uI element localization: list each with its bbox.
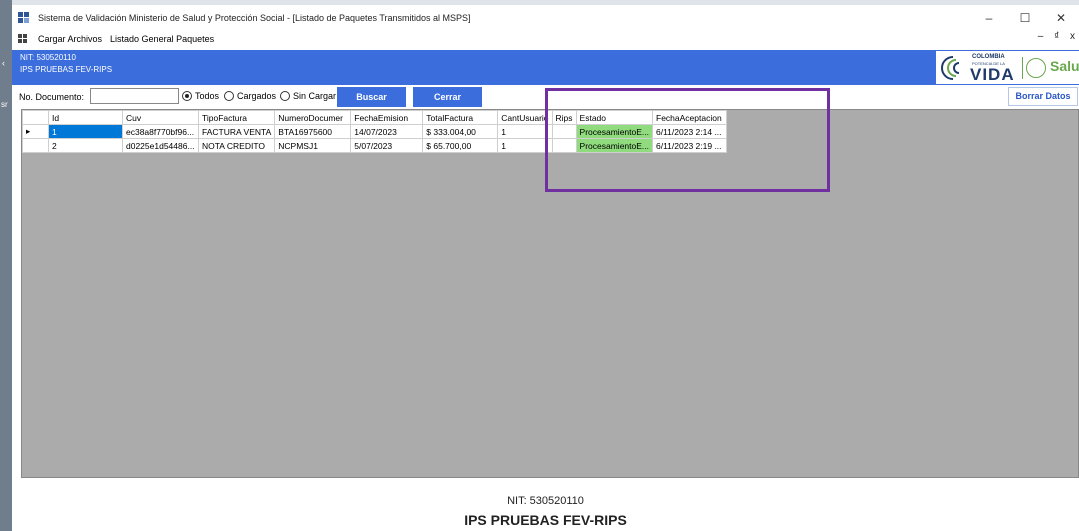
column-header-tipofactura[interactable]: TipoFactura [197, 110, 276, 125]
desktop-background-strip: ‹ sr [0, 0, 12, 531]
footer: NIT: 530520110 IPS PRUEBAS FEV-RIPS [12, 479, 1079, 531]
radio-unchecked-icon [224, 91, 234, 101]
documento-input[interactable] [90, 88, 179, 104]
app-window: Sistema de Validación Ministerio de Salu… [12, 0, 1079, 531]
window-controls: – ☐ ✕ [971, 5, 1079, 31]
row-header[interactable] [22, 138, 49, 153]
colombia-logo-icon [941, 56, 960, 80]
header-banner: NIT: 530520110 IPS PRUEBAS FEV-RIPS COLO… [12, 50, 1079, 85]
column-header-fechaemision[interactable]: FechaEmision [350, 110, 424, 125]
mdi-window-controls[interactable]: – ₫ x [1038, 31, 1079, 42]
column-header-totalfactura[interactable]: TotalFactura [422, 110, 499, 125]
column-header-numerodocumento[interactable]: NumeroDocumer [274, 110, 352, 125]
cerrar-button[interactable]: Cerrar [413, 87, 482, 107]
header-ips-name: IPS PRUEBAS FEV-RIPS [20, 65, 113, 74]
logo-colombia-text: COLOMBIA [972, 54, 1005, 60]
radio-todos-label: Todos [195, 91, 220, 101]
radio-sin-cargar-label: Sin Cargar [293, 91, 337, 101]
window-title: Sistema de Validación Ministerio de Salu… [38, 13, 471, 23]
menu-cargar-archivos[interactable]: Cargar Archivos [38, 34, 102, 44]
buscar-button[interactable]: Buscar [337, 87, 406, 107]
cell-cuv[interactable]: d0225e1d54486... [122, 138, 199, 153]
annotation-highlight-box [545, 88, 830, 192]
cell-cantusuario[interactable]: 1 [497, 138, 553, 153]
cell-fechaemision[interactable]: 5/07/2023 [350, 138, 424, 153]
logo-salud-text: Salud [1050, 58, 1079, 74]
current-row-marker-icon[interactable]: ▸ [22, 124, 49, 139]
mdi-child-icon[interactable] [18, 34, 30, 44]
ministry-logo: COLOMBIA POTENCIA DE LA VIDA Salud [936, 51, 1079, 84]
cell-totalfactura[interactable]: $ 333.004,00 [422, 124, 499, 139]
cell-numerodocumento[interactable]: NCPMSJ1 [274, 138, 352, 153]
radio-cargados[interactable]: Cargados [224, 91, 276, 101]
title-bar[interactable]: Sistema de Validación Ministerio de Salu… [12, 5, 1079, 31]
radio-checked-icon [182, 91, 192, 101]
chevron-left-icon: ‹ [2, 58, 5, 68]
documento-label: No. Documento: [19, 92, 85, 102]
column-header-cantusuario[interactable]: CantUsuario [497, 110, 553, 125]
footer-ips-name: IPS PRUEBAS FEV-RIPS [464, 512, 627, 528]
menu-listado-general-paquetes[interactable]: Listado General Paquetes [110, 34, 214, 44]
maximize-button[interactable]: ☐ [1007, 5, 1043, 31]
cell-totalfactura[interactable]: $ 65.700,00 [422, 138, 499, 153]
minimize-button[interactable]: – [971, 5, 1007, 31]
row-header-corner [22, 110, 49, 125]
cell-cuv[interactable]: ec38a8f770bf96... [122, 124, 199, 139]
cell-id[interactable]: 1 [48, 124, 123, 139]
cell-id[interactable]: 2 [48, 138, 123, 153]
header-nit: NIT: 530520110 [20, 53, 76, 62]
footer-nit: NIT: 530520110 [507, 495, 584, 507]
borrar-datos-button[interactable]: Borrar Datos [1008, 87, 1078, 106]
column-header-id[interactable]: Id [48, 110, 123, 125]
radio-unchecked-icon [280, 91, 290, 101]
app-icon [18, 12, 32, 24]
logo-divider [1022, 57, 1023, 79]
cell-tipofactura[interactable]: FACTURA VENTA [197, 124, 276, 139]
menu-bar: Cargar Archivos Listado General Paquetes… [12, 31, 1079, 47]
cell-cantusuario[interactable]: 1 [497, 124, 553, 139]
radio-cargados-label: Cargados [237, 91, 277, 101]
close-button[interactable]: ✕ [1043, 5, 1079, 31]
column-header-cuv[interactable]: Cuv [122, 110, 199, 125]
ministry-emblem-icon [1026, 58, 1046, 78]
radio-todos[interactable]: Todos [182, 91, 219, 101]
desktop-label: sr [1, 100, 8, 109]
cell-numerodocumento[interactable]: BTA16975600 [274, 124, 352, 139]
logo-vida-text: VIDA [970, 65, 1015, 84]
cell-fechaemision[interactable]: 14/07/2023 [350, 124, 424, 139]
cell-tipofactura[interactable]: NOTA CREDITO [197, 138, 276, 153]
radio-sin-cargar[interactable]: Sin Cargar [280, 91, 336, 101]
